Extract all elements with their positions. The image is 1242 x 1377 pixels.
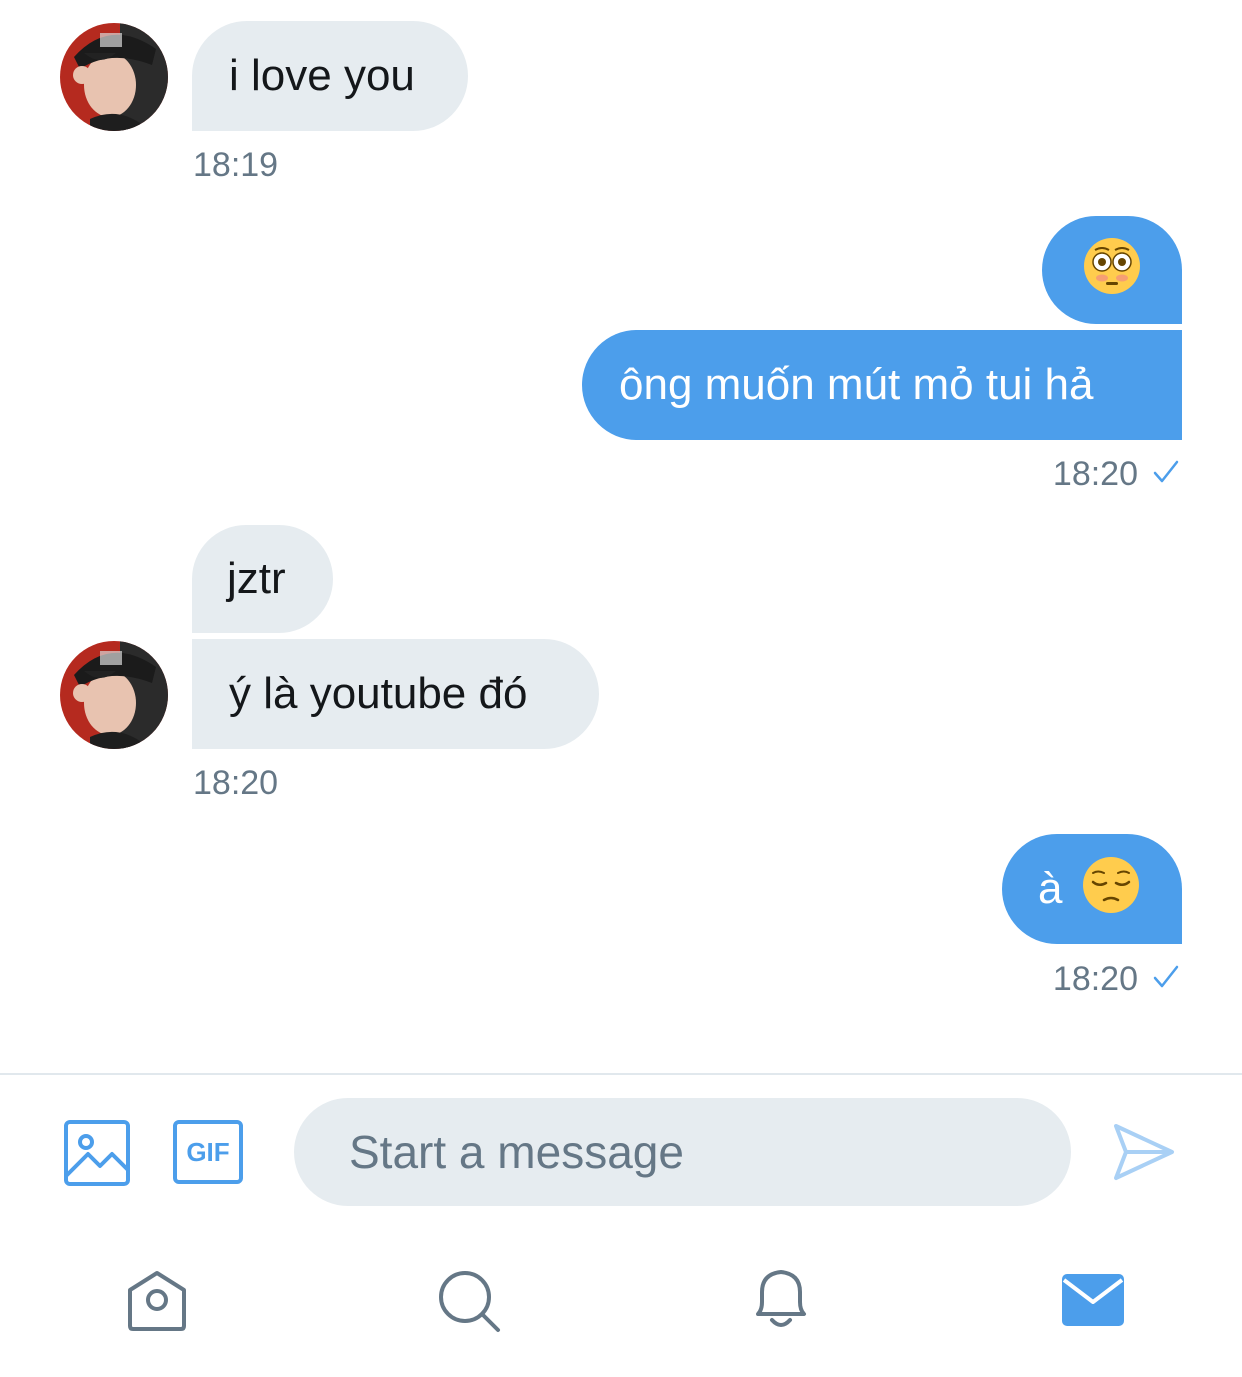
- outgoing-message-bubble[interactable]: [1042, 216, 1182, 324]
- image-icon: [64, 1120, 130, 1186]
- composer-divider: [0, 1073, 1242, 1075]
- message-timestamp: 18:20: [193, 764, 279, 802]
- incoming-message-bubble[interactable]: ý là youtube đó: [192, 639, 599, 749]
- messages-mail-icon: [1062, 1274, 1124, 1326]
- pensive-face-emoji: [1082, 856, 1140, 922]
- message-text: jztr: [227, 554, 286, 603]
- outgoing-message-bubble[interactable]: à: [1002, 834, 1182, 944]
- avatar[interactable]: [60, 23, 168, 131]
- outgoing-message-bubble[interactable]: ông muốn mút mỏ tui hả: [582, 330, 1182, 440]
- home-icon: [128, 1271, 186, 1331]
- sent-check-icon: [1152, 457, 1180, 491]
- message-input[interactable]: [294, 1098, 1071, 1206]
- media-button[interactable]: [64, 1120, 130, 1191]
- search-icon: [439, 1271, 500, 1332]
- dm-conversation-screen: i love you 18:19 ông muốn mút mỏ tui hả …: [0, 0, 1242, 1377]
- tab-search[interactable]: [436, 1268, 502, 1339]
- tab-home[interactable]: [124, 1268, 190, 1339]
- sent-check-icon: [1152, 962, 1180, 996]
- incoming-message-bubble[interactable]: jztr: [192, 525, 333, 633]
- message-text: ý là youtube đó: [229, 669, 528, 718]
- send-button[interactable]: [1112, 1120, 1176, 1189]
- message-timestamp: 18:19: [193, 146, 279, 184]
- send-icon: [1114, 1124, 1174, 1180]
- notifications-bell-icon: [756, 1270, 806, 1327]
- incoming-message-bubble[interactable]: i love you: [192, 21, 468, 131]
- message-timestamp: 18:20: [1053, 457, 1180, 491]
- avatar-image: [60, 23, 168, 131]
- gif-label: GIF: [186, 1136, 230, 1167]
- message-text: ông muốn mút mỏ tui hả: [619, 360, 1094, 409]
- message-timestamp: 18:20: [1053, 962, 1180, 996]
- flushed-face-emoji: [1083, 237, 1141, 303]
- gif-button[interactable]: GIF: [173, 1120, 243, 1184]
- message-text: i love you: [229, 51, 415, 100]
- message-text: à: [1038, 864, 1063, 913]
- tab-notifications[interactable]: [748, 1266, 814, 1337]
- avatar[interactable]: [60, 641, 168, 749]
- avatar-image: [60, 641, 168, 749]
- tab-messages[interactable]: [1060, 1270, 1126, 1335]
